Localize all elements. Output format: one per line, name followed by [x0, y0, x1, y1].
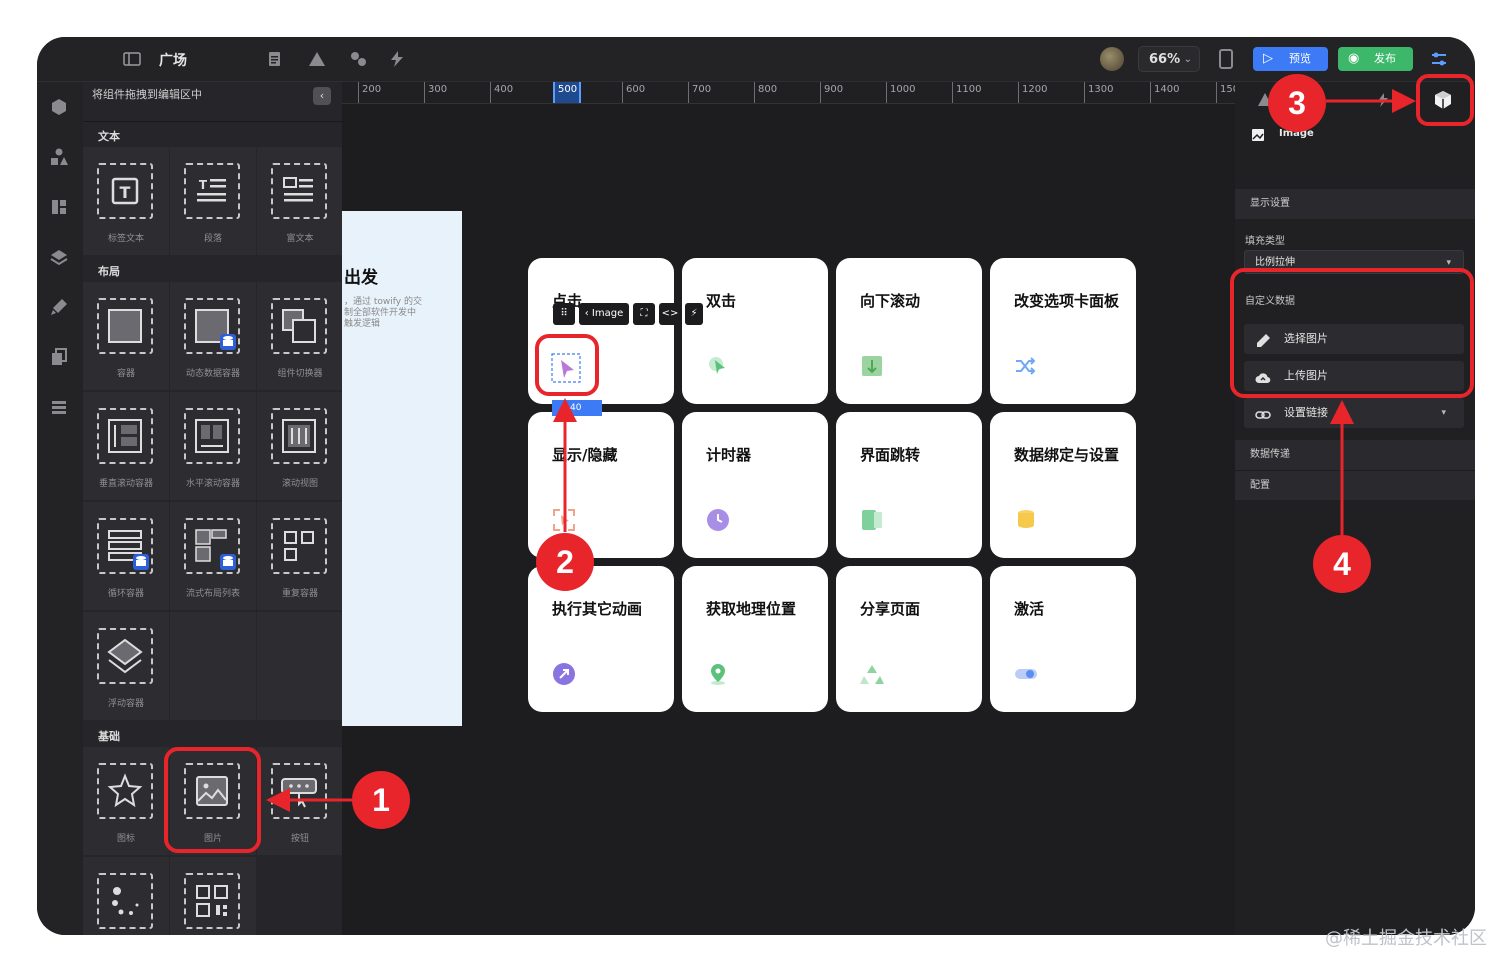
step-badge-3: 3	[1268, 74, 1326, 132]
watermark: @稀土掘金技术社区	[1325, 928, 1487, 949]
annotation-arrows	[266, 89, 1416, 812]
step-badge-4: 4	[1313, 535, 1371, 593]
step-badge-2: 2	[536, 533, 594, 591]
step-badge-1: 1	[352, 771, 410, 829]
